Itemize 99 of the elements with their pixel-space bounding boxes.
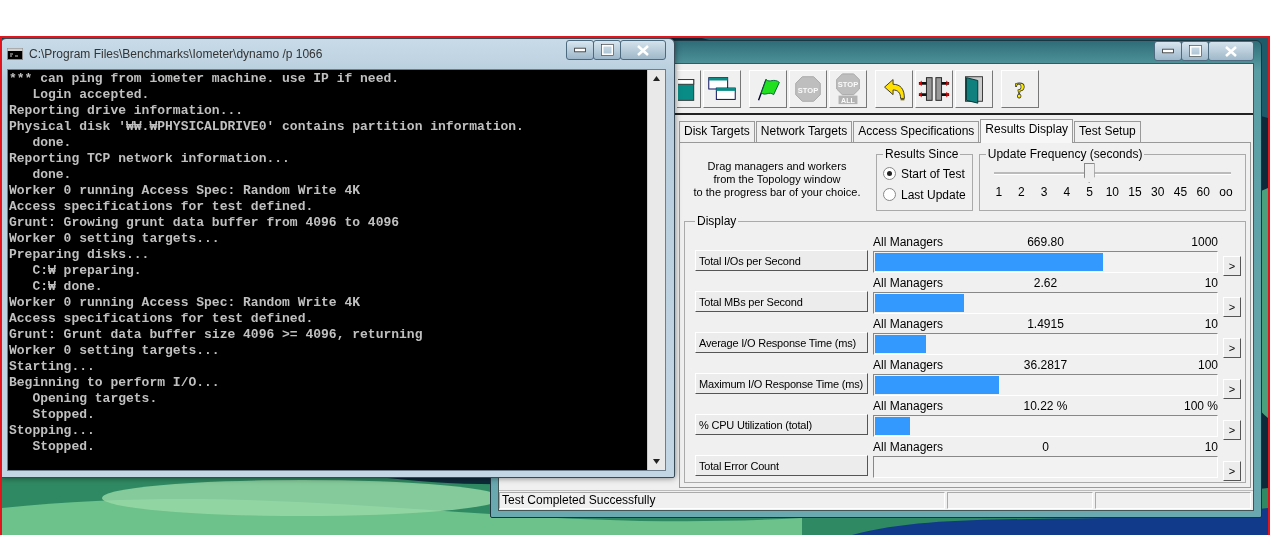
console-line: done. (31, 167, 72, 183)
scope-label: All Managers (873, 441, 945, 454)
metric-button[interactable]: Total Error Count (695, 455, 868, 476)
more-button[interactable]: > (1223, 297, 1241, 317)
value-label: 669.80 (1027, 236, 1064, 249)
max-label: 100 % (1182, 400, 1218, 413)
max-label: 10 (1203, 277, 1218, 290)
toolbar-button[interactable] (955, 69, 993, 108)
metric-button[interactable]: Average I/O Response Time (ms) (695, 332, 868, 353)
tick-label: 1 (994, 185, 1004, 199)
tick-label: 5 (1085, 185, 1094, 199)
console-line: Opening targets. (31, 391, 158, 407)
maximize-icon (600, 44, 614, 56)
console-line: Login accepted. (31, 87, 150, 103)
console-line: Beginning to perform I/O... (9, 375, 220, 391)
tick-label: 3 (1039, 185, 1049, 199)
instruction-text: Drag managers and workers from the Topology window to the progress bar of your choice. (692, 159, 862, 200)
scope-label: All Managers (873, 277, 945, 290)
group-title: Display (696, 214, 738, 228)
maximize-button[interactable] (1181, 41, 1209, 61)
scope-label: All Managers (873, 318, 945, 331)
radio-button[interactable] (883, 167, 896, 180)
value-label: 10.22 % (1023, 400, 1068, 413)
console-line: Starting... (9, 359, 95, 375)
tick-label: 4 (1062, 185, 1072, 199)
value-label: 0 (1042, 441, 1049, 454)
group-title: Update Frequency (seconds) (986, 147, 1144, 161)
max-label: 100 (1196, 359, 1218, 372)
metric-button[interactable]: Total MBs per Second (695, 291, 868, 312)
terminal-icon (7, 48, 23, 60)
radio-label[interactable]: Start of Test (901, 166, 965, 181)
more-button[interactable]: > (1223, 338, 1241, 358)
console-line: C:₩ preparing. (31, 263, 142, 279)
toolbar-button[interactable] (677, 69, 701, 108)
tab[interactable]: Access Specifications (853, 121, 980, 142)
console-line: Access specifications for test defined. (9, 311, 314, 327)
radio-button[interactable] (883, 188, 896, 201)
more-button[interactable]: > (1223, 256, 1241, 276)
max-label: 1000 (1190, 236, 1218, 249)
console-line: Worker 0 running Access Spec: Random Write 4K (9, 295, 361, 311)
tick-label: 30 (1150, 185, 1166, 199)
max-label: 10 (1203, 318, 1218, 331)
console-line: Preparing disks... (9, 247, 150, 263)
tick-label: oo (1218, 185, 1234, 199)
close-button[interactable] (620, 40, 666, 60)
close-icon (637, 44, 649, 56)
toolbar-button[interactable] (915, 69, 953, 108)
more-button[interactable]: > (1223, 379, 1241, 399)
tick-label: 2 (1017, 185, 1026, 199)
tick-label: 10 (1104, 185, 1120, 199)
minimize-button[interactable] (566, 40, 594, 60)
console-line: Stopped. (31, 439, 95, 455)
toolbar-button[interactable] (703, 69, 741, 108)
minimize-icon (574, 47, 586, 53)
console-line: Grunt: Grunt data buffer size 4096 >= 4096, returning (9, 327, 423, 343)
slider-thumb[interactable] (1083, 163, 1095, 183)
tab[interactable]: Disk Targets (679, 121, 755, 142)
console-line: Worker 0 setting targets... (9, 231, 220, 247)
metric-button[interactable]: Maximum I/O Response Time (ms) (695, 373, 868, 394)
metric-button[interactable]: Total I/Os per Second (695, 250, 868, 271)
more-button[interactable]: > (1223, 420, 1241, 440)
value-label: 2.62 (1033, 277, 1058, 290)
console-line: *** can ping from iometer machine. use IP if need. (9, 71, 400, 87)
metric-button[interactable]: % CPU Utilization (total) (695, 414, 868, 435)
close-icon (1225, 45, 1237, 57)
console-line: Access specifications for test defined. (9, 199, 314, 215)
console-line: Stopped. (31, 407, 95, 423)
console-line: done. (31, 135, 72, 151)
more-button[interactable]: > (1223, 461, 1241, 481)
window-title: C:\Program Files\Benchmarks\Iometer\dynamo /p 1066 (29, 47, 324, 61)
close-button[interactable] (1208, 41, 1254, 61)
tick-label: 45 (1172, 185, 1189, 199)
tick-label: 60 (1195, 185, 1211, 199)
status-text: Test Completed Successfully (499, 492, 945, 509)
console-line: Reporting TCP network information... (9, 151, 290, 167)
maximize-button[interactable] (593, 40, 621, 60)
console-line: Worker 0 running Access Spec: Random Write 4K (9, 183, 361, 199)
minimize-icon (1162, 48, 1174, 54)
radio-label[interactable]: Last Update (901, 187, 966, 202)
scope-label: All Managers (873, 359, 945, 372)
console-line: Worker 0 setting targets... (9, 343, 220, 359)
tab[interactable]: Test Setup (1074, 121, 1141, 142)
minimize-button[interactable] (1154, 41, 1182, 61)
scope-label: All Managers (873, 236, 945, 249)
tick-label: 15 (1127, 185, 1143, 199)
tab[interactable]: Results Display (980, 119, 1074, 143)
maximize-icon (1188, 45, 1202, 57)
group-title: Results Since (884, 147, 960, 161)
scrollbar[interactable] (647, 70, 665, 470)
value-label: 1.4915 (1027, 318, 1064, 331)
tab[interactable]: Network Targets (755, 121, 853, 142)
console-line: Reporting drive information... (9, 103, 244, 119)
console-line: Stopping... (9, 423, 95, 439)
scope-label: All Managers (873, 400, 945, 413)
max-label: 10 (1203, 441, 1218, 454)
console-line: Physical disk '₩₩.₩PHYSICALDRIVE0' contains partition information. (9, 119, 524, 135)
console-line: Grunt: Growing grunt data buffer from 4096 to 4096 (9, 215, 400, 231)
value-label: 36.2817 (1023, 359, 1068, 372)
console-line: C:₩ done. (31, 279, 103, 295)
